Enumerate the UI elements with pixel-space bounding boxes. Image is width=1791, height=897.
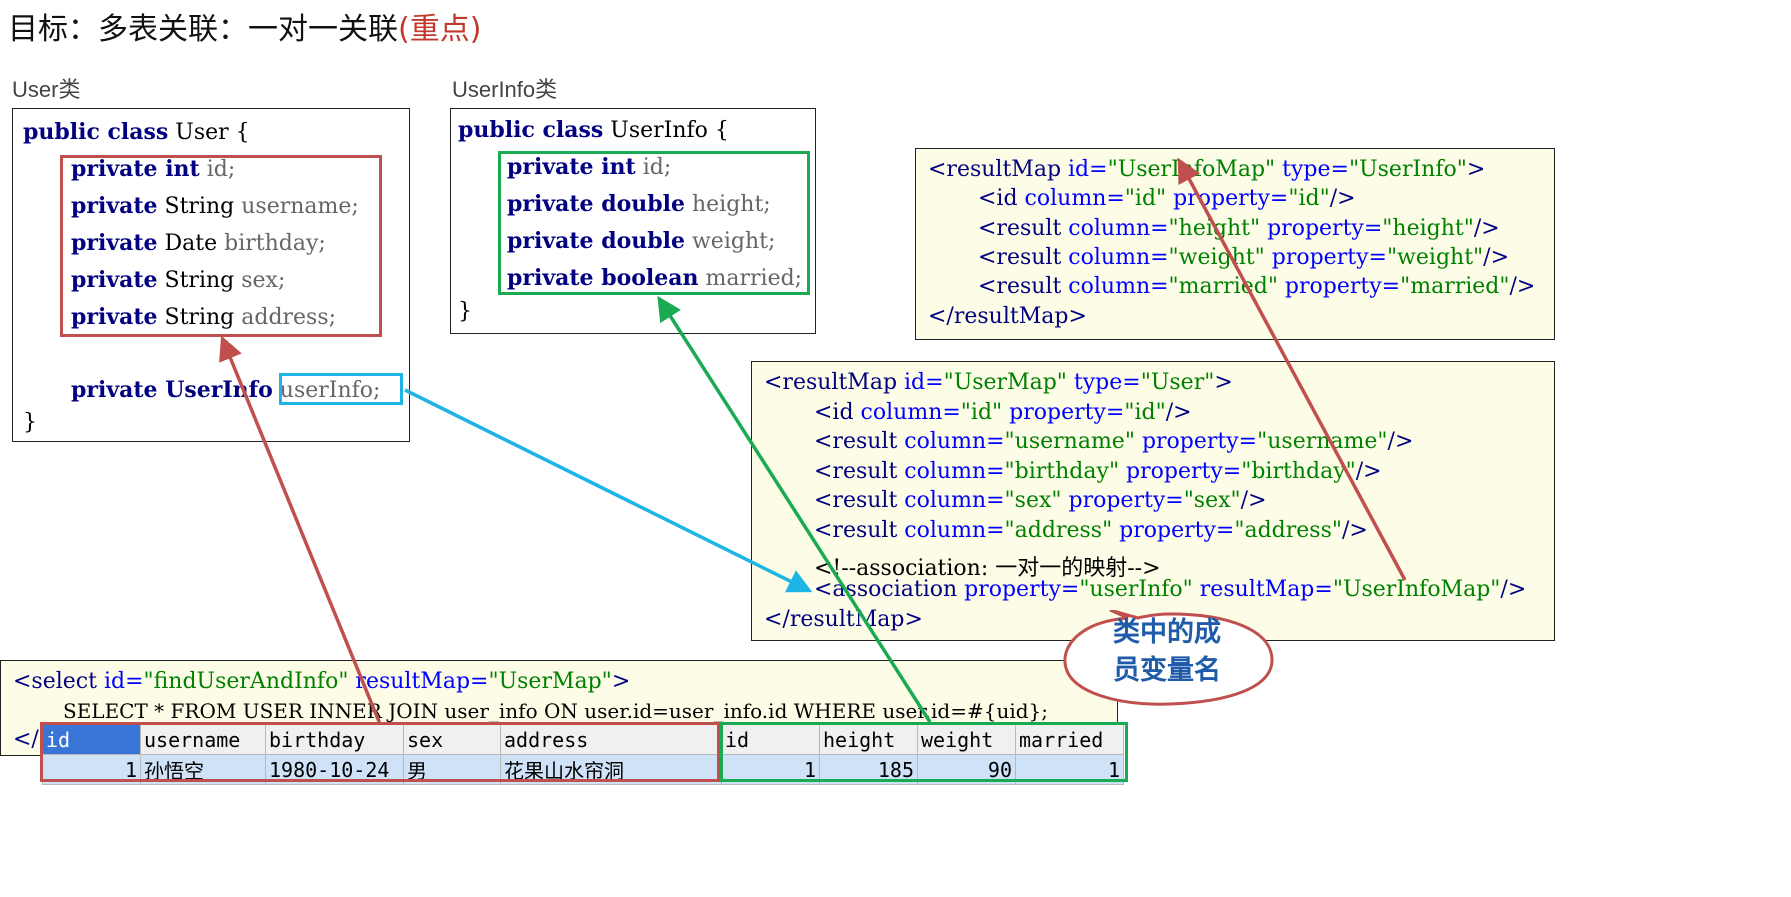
arrow-grid-to-userinfo-fields — [657, 295, 932, 723]
arrow-grid-to-user-fields — [219, 335, 382, 725]
arrow-resultmap-to-userinfomap — [1177, 157, 1407, 581]
connector-arrows — [219, 157, 1407, 725]
arrow-uservar-to-association — [404, 388, 813, 593]
